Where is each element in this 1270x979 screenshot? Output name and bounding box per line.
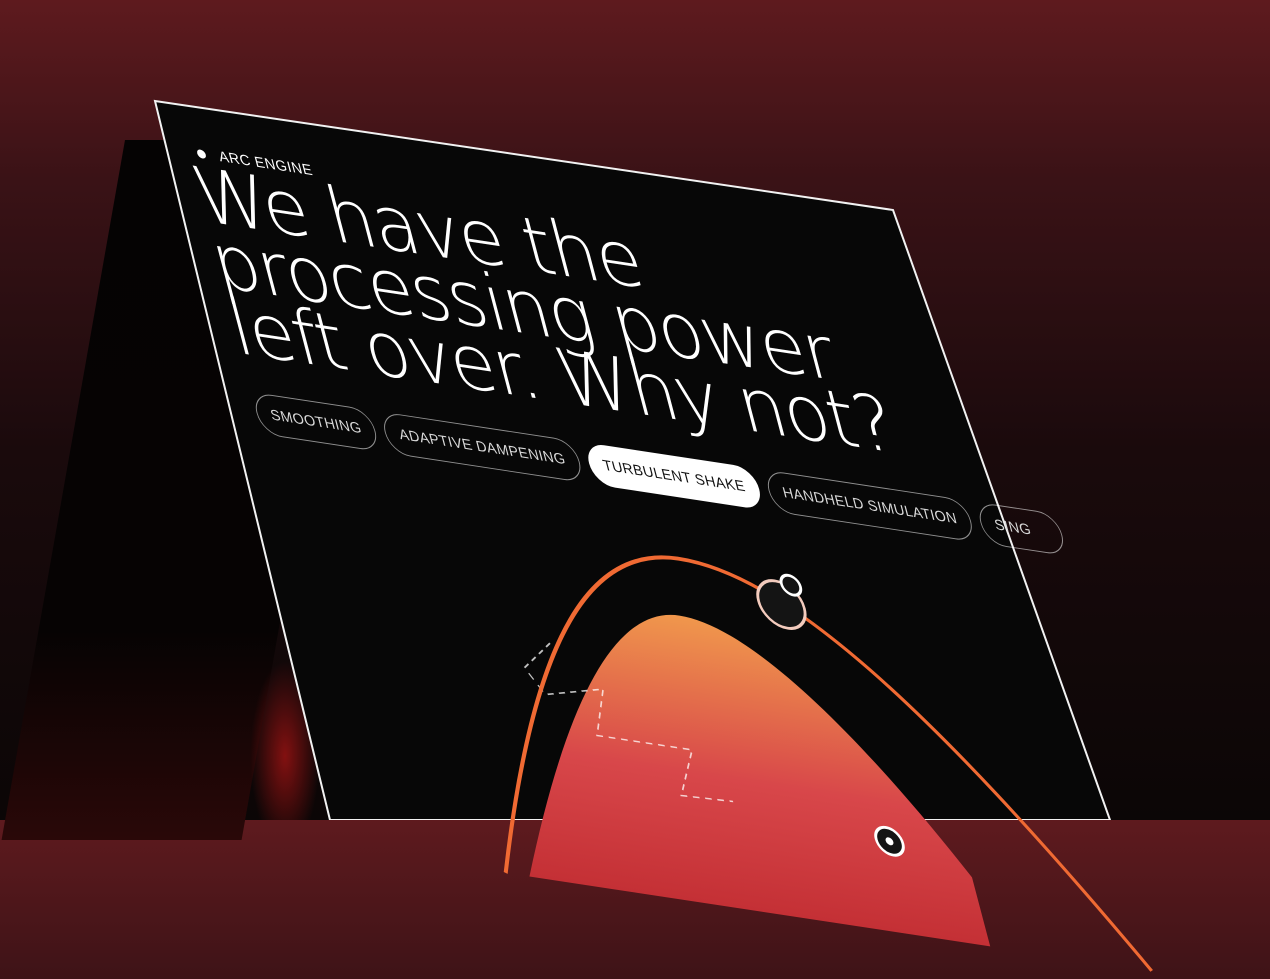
- response-fill: [529, 614, 991, 947]
- scene: ARC ENGINE We have the processing power …: [0, 0, 1270, 972]
